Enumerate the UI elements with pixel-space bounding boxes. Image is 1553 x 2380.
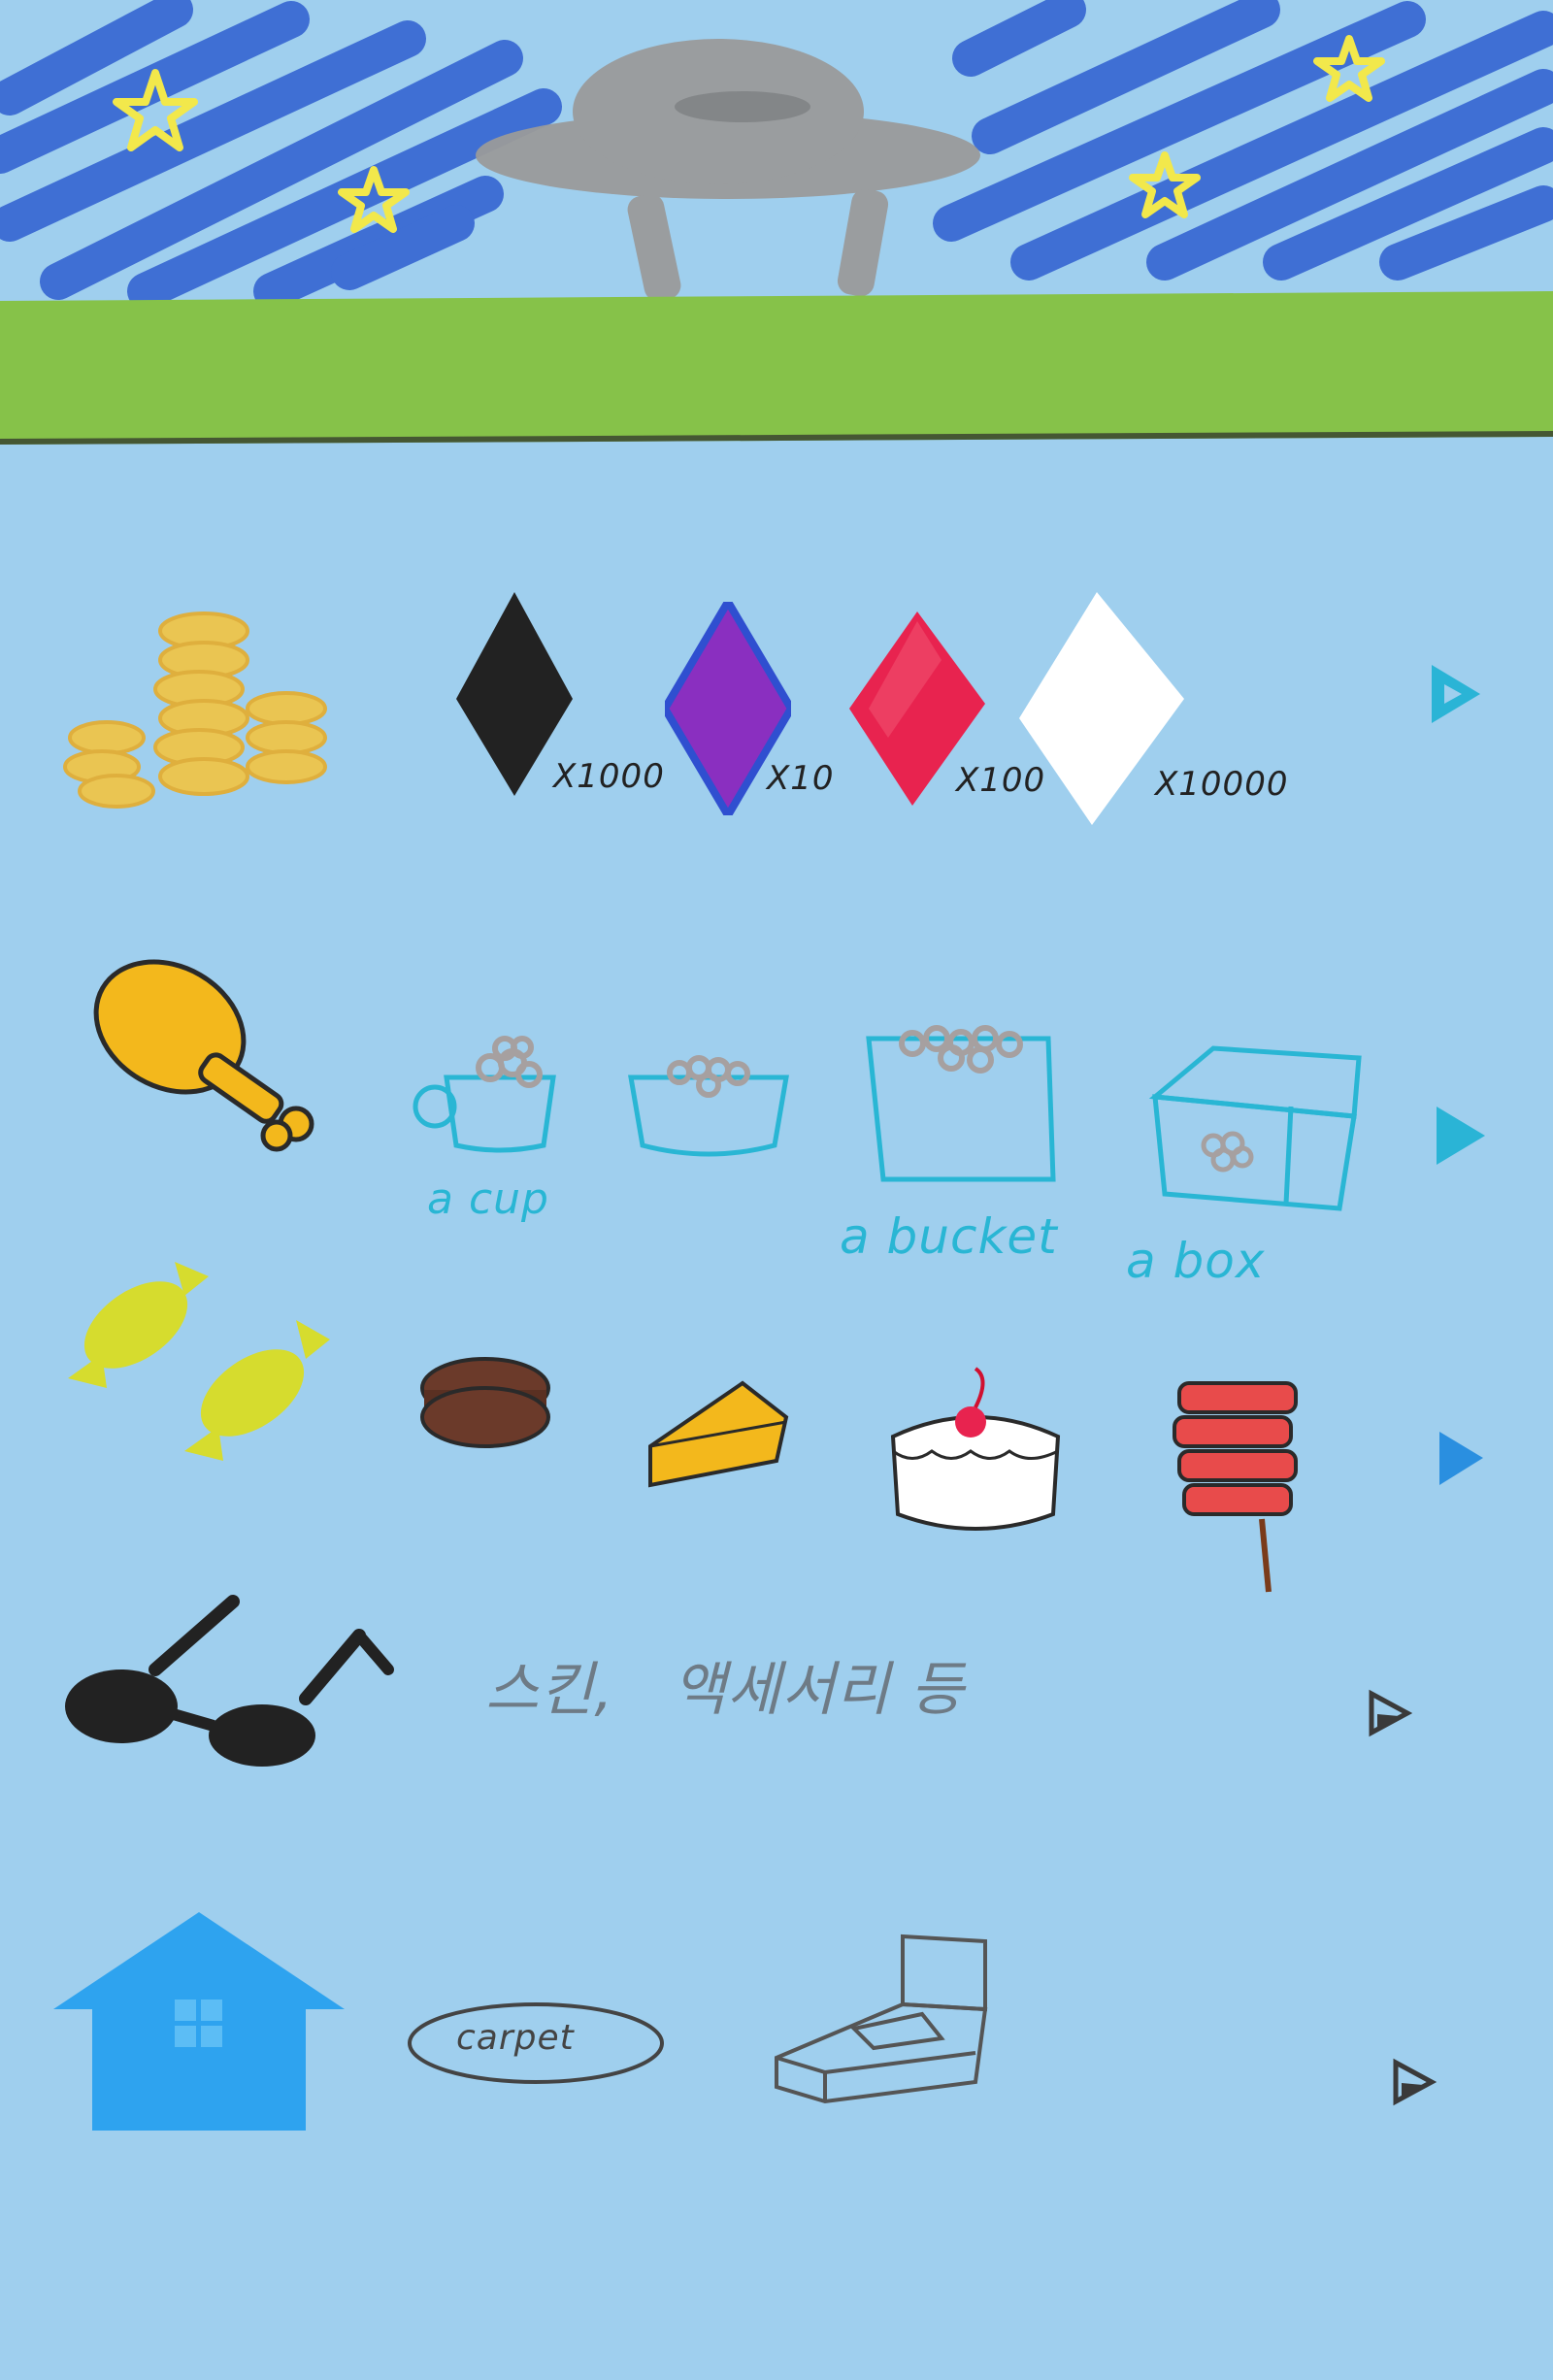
play-arrow-icon[interactable] <box>1427 660 1485 728</box>
candy-icon <box>68 1262 330 1461</box>
skewer-icon <box>1173 1381 1298 1593</box>
cherry-cake-icon <box>890 1367 1061 1531</box>
bowl-icon <box>628 1055 789 1157</box>
bed-icon <box>775 1934 988 2104</box>
cherry-cake-item[interactable] <box>874 1359 1077 1553</box>
food-row: a cup a bucket a box <box>0 942 1553 1291</box>
box-icon <box>1148 1045 1362 1211</box>
play-arrow-icon[interactable] <box>1388 2058 1437 2106</box>
macaron-item[interactable] <box>413 1349 558 1466</box>
chicken-leg-icon <box>93 959 314 1152</box>
cheesecake-icon <box>648 1380 789 1488</box>
purple-gem-item[interactable]: X10 <box>660 582 854 825</box>
black-gem-item[interactable]: X1000 <box>437 582 670 815</box>
currency-row: X1000 X10 X100 X10000 <box>0 582 1553 854</box>
home-row: carpet <box>0 1902 1553 2155</box>
coins-icon <box>63 612 327 809</box>
carpet-item[interactable]: carpet <box>403 1995 670 2092</box>
accessories-row: 스킨, 액세서리 등 <box>0 1592 1553 1786</box>
accessories-label: 스킨, 액세서리 등 <box>485 1656 965 1724</box>
carpet-label: carpet <box>456 2018 575 2058</box>
grass-strip <box>0 291 1553 445</box>
macaron-icon <box>420 1357 550 1448</box>
cup-label: a cup <box>427 1174 549 1224</box>
skewer-item[interactable] <box>1165 1373 1310 1597</box>
gem-multiplier-label: X10 <box>767 759 835 798</box>
white-gem-item[interactable]: X10000 <box>1019 582 1330 835</box>
play-arrow-icon[interactable] <box>1435 1427 1488 1490</box>
play-arrow-icon[interactable] <box>1432 1102 1490 1170</box>
bed-item[interactable] <box>767 1932 1000 2126</box>
cup-icon <box>413 1036 556 1153</box>
cheesecake-item[interactable] <box>641 1369 796 1495</box>
header-scene <box>0 0 1553 456</box>
gem-multiplier-label: X10000 <box>1155 765 1289 804</box>
sunglasses-icon <box>65 1595 394 1767</box>
cup-item[interactable]: a cup <box>398 1034 592 1257</box>
bowl-item[interactable] <box>621 1048 796 1174</box>
play-arrow-icon[interactable] <box>1364 1689 1412 1737</box>
gem-multiplier-label: X1000 <box>553 757 665 796</box>
snacks-row <box>0 1242 1553 1611</box>
house-icon <box>53 1912 345 2131</box>
bucket-icon <box>866 1025 1056 1182</box>
